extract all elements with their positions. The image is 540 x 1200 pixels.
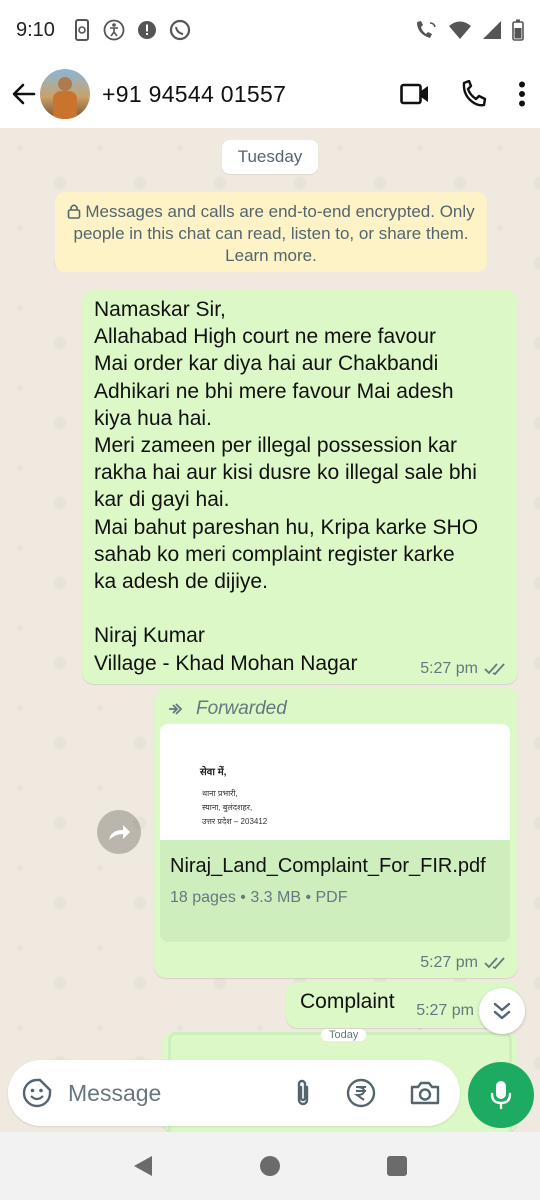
contact-name[interactable]: +91 94544 01557 (102, 81, 286, 108)
message-meta: 5:27 pm (420, 660, 506, 678)
microphone-icon (490, 1081, 512, 1110)
status-time: 9:10 (16, 18, 55, 41)
date-chip: Tuesday (222, 140, 318, 174)
message-time: 5:27 pm (420, 954, 478, 971)
encryption-text: Messages and calls are end-to-end encryp… (73, 202, 475, 265)
nav-back-icon[interactable] (132, 1154, 154, 1178)
forwarded-icon (169, 703, 183, 715)
message-input[interactable]: Message (68, 1080, 161, 1107)
message-meta: 5:27 pm (420, 954, 506, 972)
scroll-to-bottom-button[interactable] (479, 988, 525, 1034)
double-check-icon (484, 957, 505, 970)
signal-icon (483, 21, 501, 39)
message-text: Namaskar Sir, Allahabad High court ne me… (94, 298, 479, 675)
message-text: Complaint (300, 990, 395, 1013)
document-info: 18 pages • 3.3 MB • PDF (170, 889, 348, 906)
avatar[interactable] (40, 69, 90, 119)
message-bubble[interactable]: Forwarded सेवा में, थाना प्रभारी, स्याना… (154, 688, 518, 978)
forward-icon (109, 825, 130, 840)
status-system-icons (414, 19, 524, 41)
preview-line: सेवा में, (200, 767, 227, 778)
whatsapp-icon (169, 19, 191, 41)
camera-icon[interactable] (410, 1080, 440, 1106)
forward-button[interactable] (97, 810, 141, 854)
document-preview: सेवा में, थाना प्रभारी, स्याना, बुलंदशहर… (160, 724, 510, 840)
document-attachment[interactable]: सेवा में, थाना प्रभारी, स्याना, बुलंदशहर… (160, 724, 510, 942)
message-bubble[interactable]: Namaskar Sir, Allahabad High court ne me… (82, 290, 518, 684)
emoji-sticker-icon[interactable] (22, 1078, 52, 1108)
message-time: 5:27 pm (416, 1002, 474, 1019)
video-call-icon[interactable] (400, 83, 430, 105)
composer-actions (294, 1078, 446, 1108)
chevrons-down-icon (493, 1002, 511, 1020)
rupee-payment-icon[interactable] (346, 1078, 376, 1108)
header-actions (400, 80, 526, 108)
message-time: 5:27 pm (420, 660, 478, 677)
chat-area[interactable]: Tuesday Messages and calls are end-to-en… (0, 128, 540, 1132)
preview-date-chip: Today (321, 1029, 367, 1041)
accessibility-icon (103, 19, 125, 41)
forwarded-label: Forwarded (160, 694, 512, 724)
message-composer: Message (8, 1060, 460, 1126)
more-options-icon[interactable] (518, 81, 526, 107)
wifi-icon (449, 21, 471, 39)
preview-line: उत्तर प्रदेश – 203412 (202, 817, 268, 826)
status-bar: 9:10 (0, 0, 540, 60)
nav-home-icon[interactable] (259, 1155, 281, 1177)
voice-record-button[interactable] (468, 1062, 534, 1128)
document-file-name: Niraj_Land_Complaint_For_FIR.pdf (170, 855, 486, 877)
encryption-notice[interactable]: Messages and calls are end-to-end encryp… (55, 192, 487, 272)
attach-icon[interactable] (294, 1078, 312, 1108)
battery-icon (512, 19, 524, 41)
chat-header: +91 94544 01557 (0, 60, 540, 128)
alert-icon (137, 21, 156, 39)
phone-sync-icon (74, 19, 89, 41)
double-check-icon (484, 663, 505, 676)
preview-line: स्याना, बुलंदशहर, (202, 803, 253, 812)
arrow-left-icon (12, 83, 36, 105)
preview-line: थाना प्रभारी, (202, 789, 238, 798)
status-notification-icons (73, 19, 191, 41)
message-meta: 5:27 pm (416, 1002, 474, 1020)
voice-call-icon[interactable] (460, 80, 488, 108)
nav-recents-icon[interactable] (386, 1155, 408, 1177)
lock-icon (68, 204, 81, 219)
back-button[interactable] (10, 80, 38, 108)
forwarded-text: Forwarded (196, 698, 287, 719)
call-wifi-icon (417, 21, 436, 38)
system-nav-bar (0, 1132, 540, 1200)
